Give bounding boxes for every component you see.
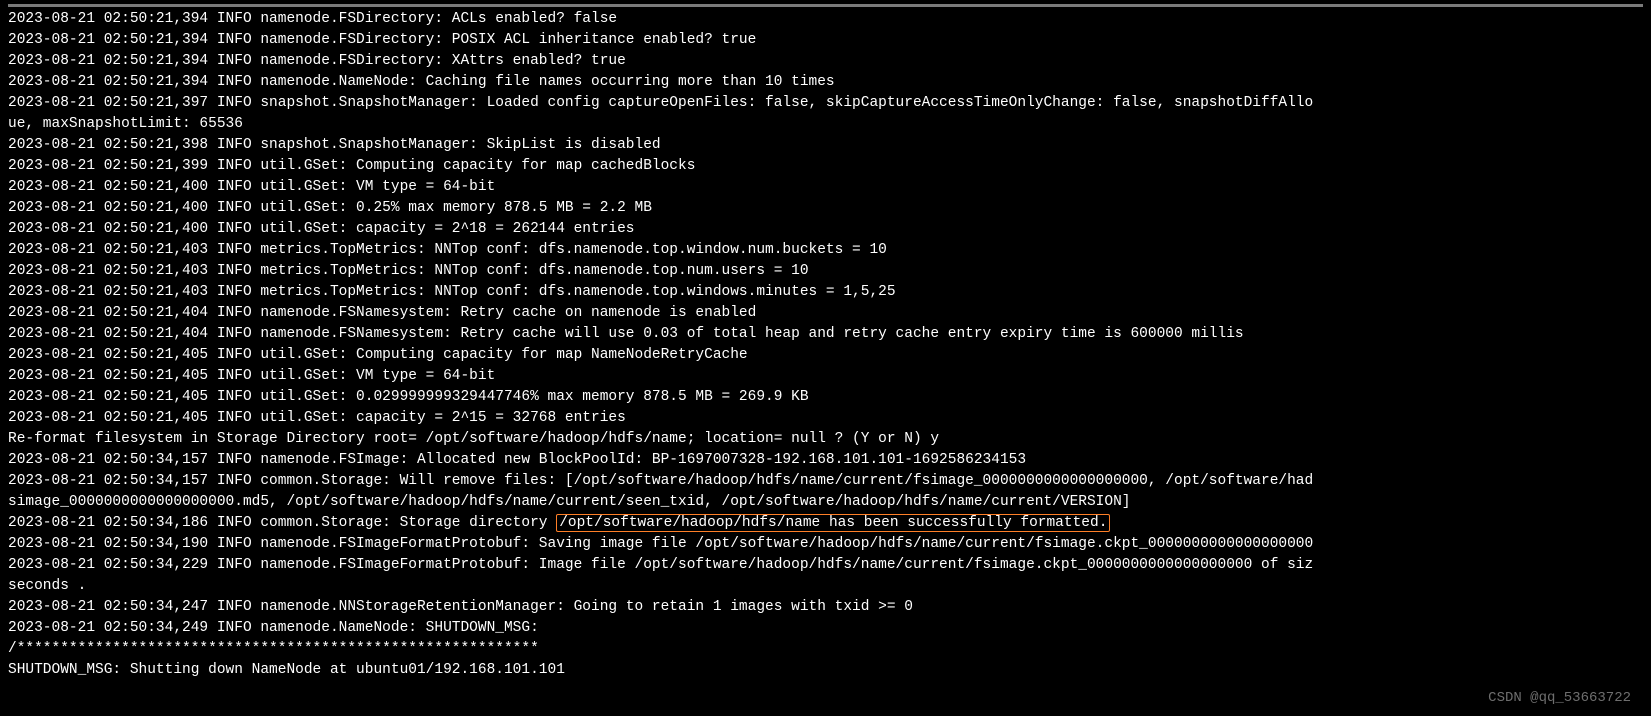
log-line: 2023-08-21 02:50:21,400 INFO util.GSet: … bbox=[8, 219, 1643, 240]
log-line: seconds . bbox=[8, 576, 1643, 597]
highlight-annotation: /opt/software/hadoop/hdfs/name has been … bbox=[556, 514, 1110, 532]
log-line: 2023-08-21 02:50:21,400 INFO util.GSet: … bbox=[8, 198, 1643, 219]
log-line: 2023-08-21 02:50:34,229 INFO namenode.FS… bbox=[8, 555, 1643, 576]
log-line: 2023-08-21 02:50:34,249 INFO namenode.Na… bbox=[8, 618, 1643, 639]
log-line: simage_0000000000000000000.md5, /opt/sof… bbox=[8, 492, 1643, 513]
log-line: 2023-08-21 02:50:21,394 INFO namenode.Na… bbox=[8, 72, 1643, 93]
log-prefix: 2023-08-21 02:50:34,186 INFO common.Stor… bbox=[8, 515, 556, 531]
log-line: 2023-08-21 02:50:21,404 INFO namenode.FS… bbox=[8, 324, 1643, 345]
log-line: 2023-08-21 02:50:21,405 INFO util.GSet: … bbox=[8, 366, 1643, 387]
log-line: Re-format filesystem in Storage Director… bbox=[8, 429, 1643, 450]
log-line: 2023-08-21 02:50:21,404 INFO namenode.FS… bbox=[8, 303, 1643, 324]
terminal-output[interactable]: 2023-08-21 02:50:21,394 INFO namenode.FS… bbox=[8, 9, 1643, 682]
log-line: 2023-08-21 02:50:21,405 INFO util.GSet: … bbox=[8, 387, 1643, 408]
log-line: SHUTDOWN_MSG: Shutting down NameNode at … bbox=[8, 660, 1643, 681]
log-line: 2023-08-21 02:50:21,399 INFO util.GSet: … bbox=[8, 156, 1643, 177]
log-line: ue, maxSnapshotLimit: 65536 bbox=[8, 114, 1643, 135]
log-line: /***************************************… bbox=[8, 639, 1643, 660]
log-line: 2023-08-21 02:50:21,403 INFO metrics.Top… bbox=[8, 282, 1643, 303]
log-line-highlighted: 2023-08-21 02:50:34,186 INFO common.Stor… bbox=[8, 513, 1643, 534]
log-line: 2023-08-21 02:50:21,403 INFO metrics.Top… bbox=[8, 240, 1643, 261]
log-line: 2023-08-21 02:50:21,397 INFO snapshot.Sn… bbox=[8, 93, 1643, 114]
log-line: 2023-08-21 02:50:34,157 INFO namenode.FS… bbox=[8, 450, 1643, 471]
log-line: 2023-08-21 02:50:21,398 INFO snapshot.Sn… bbox=[8, 135, 1643, 156]
log-line: 2023-08-21 02:50:21,394 INFO namenode.FS… bbox=[8, 51, 1643, 72]
log-line: 2023-08-21 02:50:21,403 INFO metrics.Top… bbox=[8, 261, 1643, 282]
log-line: 2023-08-21 02:50:34,190 INFO namenode.FS… bbox=[8, 534, 1643, 555]
log-line: 2023-08-21 02:50:21,394 INFO namenode.FS… bbox=[8, 9, 1643, 30]
watermark: CSDN @qq_53663722 bbox=[1488, 688, 1631, 708]
log-line: 2023-08-21 02:50:34,247 INFO namenode.NN… bbox=[8, 597, 1643, 618]
window-title-bar bbox=[8, 4, 1643, 7]
log-line: 2023-08-21 02:50:21,405 INFO util.GSet: … bbox=[8, 345, 1643, 366]
log-line: 2023-08-21 02:50:21,405 INFO util.GSet: … bbox=[8, 408, 1643, 429]
log-line: 2023-08-21 02:50:34,157 INFO common.Stor… bbox=[8, 471, 1643, 492]
log-line: 2023-08-21 02:50:21,394 INFO namenode.FS… bbox=[8, 30, 1643, 51]
log-line: 2023-08-21 02:50:21,400 INFO util.GSet: … bbox=[8, 177, 1643, 198]
